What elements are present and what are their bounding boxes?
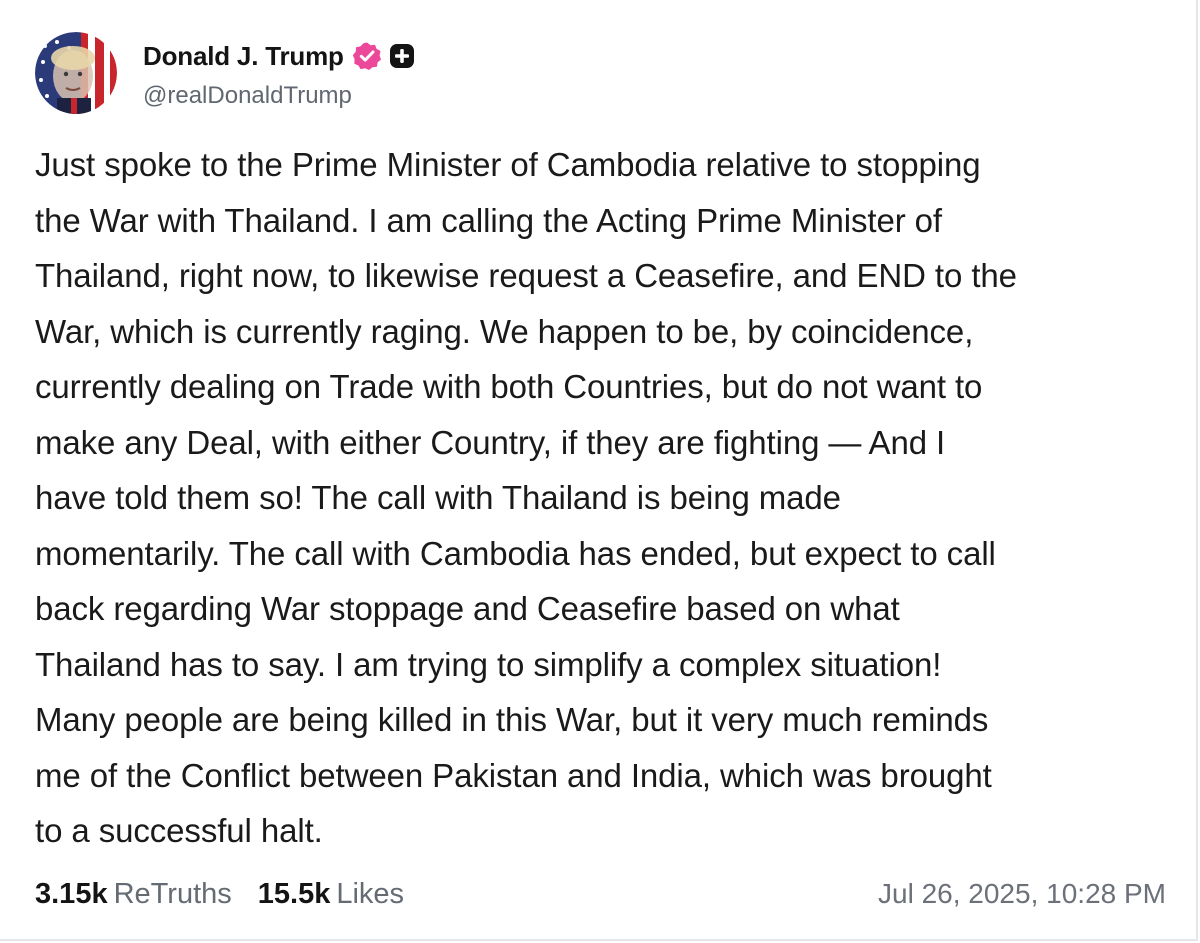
- author-handle[interactable]: @realDonaldTrump: [143, 82, 415, 110]
- avatar[interactable]: [35, 32, 117, 114]
- post-card: Donald J. Trump @realDonaldTrump Just sp…: [0, 0, 1198, 941]
- post-footer: 3.15k ReTruths 15.5k Likes Jul 26, 2025,…: [35, 872, 1166, 916]
- author-name-row: Donald J. Trump: [143, 36, 415, 76]
- plus-badge-icon: [389, 43, 415, 69]
- likes-count: 15.5k: [257, 877, 331, 910]
- verified-badge-icon: [352, 41, 382, 71]
- post-timestamp[interactable]: Jul 26, 2025, 10:28 PM: [878, 878, 1166, 910]
- post-stats: 3.15k ReTruths 15.5k Likes: [35, 878, 430, 911]
- likes-stat[interactable]: 15.5k Likes: [258, 878, 404, 911]
- retruths-stat[interactable]: 3.15k ReTruths: [35, 878, 232, 911]
- author-display-name[interactable]: Donald J. Trump: [143, 41, 344, 72]
- likes-label: Likes: [336, 877, 405, 910]
- author-info: Donald J. Trump @realDonaldTrump: [143, 36, 415, 110]
- retruths-label: ReTruths: [113, 877, 232, 910]
- avatar-image: [35, 32, 117, 114]
- retruths-count: 3.15k: [35, 877, 108, 910]
- post-body-text: Just spoke to the Prime Minister of Camb…: [35, 146, 1017, 849]
- post-header: Donald J. Trump @realDonaldTrump: [35, 32, 415, 114]
